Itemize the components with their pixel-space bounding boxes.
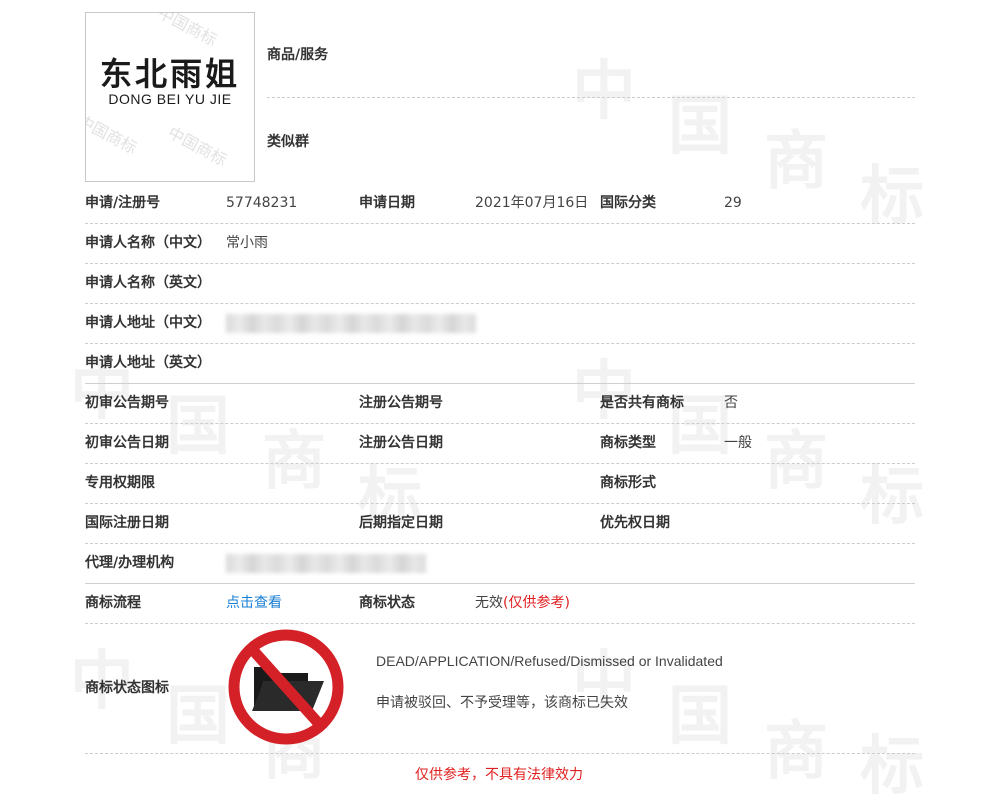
process-label: 商标流程: [85, 595, 141, 611]
view-process-link[interactable]: 点击查看: [226, 583, 282, 623]
status-description-en: DEAD/APPLICATION/Refused/Dismissed or In…: [376, 653, 723, 669]
intl-class-label: 国际分类: [600, 195, 656, 211]
info-row: 专用权期限 商标形式: [85, 463, 915, 504]
info-row: 商标流程 点击查看 商标状态 无效(仅供参考): [85, 583, 915, 624]
logo-watermark: 中国商标: [85, 110, 141, 158]
info-row: 国际注册日期 后期指定日期 优先权日期: [85, 503, 915, 544]
mark-form-label: 商标形式: [600, 475, 656, 491]
applicant-cn-value: 常小雨: [226, 235, 268, 251]
info-row: 申请人名称（中文） 常小雨: [85, 223, 915, 264]
info-row: 初审公告日期 注册公告日期 商标类型 一般: [85, 423, 915, 464]
prelim-pub-no-label: 初审公告期号: [85, 395, 169, 411]
status-icon-label: 商标状态图标: [85, 680, 169, 696]
intl-reg-date-label: 国际注册日期: [85, 515, 169, 531]
apply-date-value: 2021年07月16日: [475, 195, 589, 211]
trademark-image: 中国商标 中国商标 中国商标 东北雨姐 DONG BEI YU JIE: [85, 12, 255, 182]
reg-no-label: 申请/注册号: [85, 195, 161, 211]
info-row: 申请人名称（英文）: [85, 263, 915, 304]
redacted-address: [226, 314, 476, 333]
status-value: 无效(仅供参考): [475, 583, 570, 623]
logo-watermark: 中国商标: [154, 12, 221, 50]
applicant-cn-label: 申请人名称（中文）: [85, 235, 211, 251]
divider: [267, 97, 915, 98]
reg-pub-no-label: 注册公告期号: [359, 395, 443, 411]
goods-services-label: 商品/服务: [267, 47, 329, 63]
agent-label: 代理/办理机构: [85, 555, 175, 571]
mark-type-label: 商标类型: [600, 435, 656, 451]
address-cn-label: 申请人地址（中文）: [85, 315, 211, 331]
intl-class-value: 29: [724, 195, 742, 211]
address-en-label: 申请人地址（英文）: [85, 355, 211, 371]
status-description-cn: 申请被驳回、不予受理等，该商标已失效: [376, 695, 628, 711]
applicant-en-label: 申请人名称（英文）: [85, 275, 211, 291]
trademark-detail: 中国商标 中国商标 中国商标 东北雨姐 DONG BEI YU JIE 商品/服…: [0, 0, 998, 786]
mark-type-value: 一般: [724, 435, 752, 451]
status-icon-row: 商标状态图标 DEAD/APPLICATION/Refused/Dismisse…: [85, 623, 915, 754]
exclusive-period-label: 专用权期限: [85, 475, 155, 491]
logo-chinese-text: 东北雨姐: [99, 55, 240, 93]
disclaimer: 仅供参考，不具有法律效力: [415, 767, 583, 783]
shared-mark-label: 是否共有商标: [600, 395, 684, 411]
info-row: 申请人地址（中文）: [85, 303, 915, 344]
prelim-pub-date-label: 初审公告日期: [85, 435, 169, 451]
later-designation-label: 后期指定日期: [359, 515, 443, 531]
apply-date-label: 申请日期: [359, 195, 415, 211]
similar-group-label: 类似群: [267, 134, 309, 150]
status-label: 商标状态: [359, 595, 415, 611]
shared-mark-value: 否: [724, 395, 738, 411]
info-row: 申请/注册号 57748231 申请日期 2021年07月16日 国际分类 29: [85, 183, 915, 224]
logo-english-text: DONG BEI YU JIE: [108, 91, 232, 107]
status-note: (仅供参考): [503, 595, 570, 611]
info-row: 申请人地址（英文）: [85, 343, 915, 384]
info-row: 初审公告期号 注册公告期号 是否共有商标 否: [85, 383, 915, 424]
redacted-agent: [226, 554, 426, 573]
info-row: 代理/办理机构: [85, 543, 915, 584]
priority-date-label: 优先权日期: [600, 515, 670, 531]
logo-watermark: 中国商标: [164, 122, 231, 170]
status-value-text: 无效: [475, 595, 503, 611]
reg-pub-date-label: 注册公告日期: [359, 435, 443, 451]
no-folder-icon: [228, 629, 344, 745]
reg-no-value: 57748231: [226, 195, 298, 211]
